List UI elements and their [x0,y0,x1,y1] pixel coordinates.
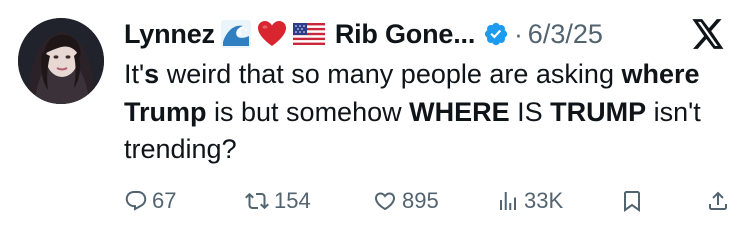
tweet-text-segment: It' [124,59,145,89]
red-heart-icon [257,20,287,48]
tweet-text-bold-segment: WHERE [409,96,510,127]
views-count: 33K [524,188,564,213]
tweet-text-bold-segment: TRUMP [550,96,647,127]
tweet-text: It's weird that so many people are askin… [124,56,724,169]
x-logo-icon[interactable] [691,18,725,50]
like-count: 895 [402,188,439,213]
heart-icon [374,192,396,211]
repost-icon [245,192,269,210]
tweet-text-segment: weird that so many people are asking [159,59,622,89]
avatar[interactable] [18,18,104,104]
display-name-end[interactable]: Rib Gone... [335,19,476,50]
display-name-start[interactable]: Lynnez [124,19,215,50]
share-icon [709,191,727,210]
reply-button[interactable]: 67 [124,188,176,214]
like-button[interactable]: 895 [372,188,439,214]
post-date[interactable]: 6/3/25 [528,19,603,50]
tweet-text-segment: IS [509,96,551,127]
verified-badge-icon[interactable] [483,21,509,47]
profile-photo [18,18,104,104]
share-button[interactable] [706,188,730,214]
action-bar: 67 154 895 33K [0,188,750,218]
reply-icon [125,191,147,211]
tweet-card[interactable]: Lynnez Rib Gone... · 6/3/25 It's weird t… [0,0,750,240]
separator-dot: · [514,18,523,49]
ocean-wave-icon [220,20,251,48]
bookmark-icon [624,191,640,212]
views-button[interactable]: 33K [496,188,563,214]
reply-count: 67 [152,188,177,213]
bookmark-button[interactable] [620,188,644,214]
views-chart-icon [500,192,516,210]
us-flag-icon [292,23,325,45]
repost-count: 154 [274,188,311,213]
repost-button[interactable]: 154 [244,188,311,214]
tweet-text-segment: is but somehow [206,96,410,127]
tweet-header: Lynnez Rib Gone... · 6/3/25 [124,14,603,54]
tweet-text-bold-segment: s [144,59,160,89]
